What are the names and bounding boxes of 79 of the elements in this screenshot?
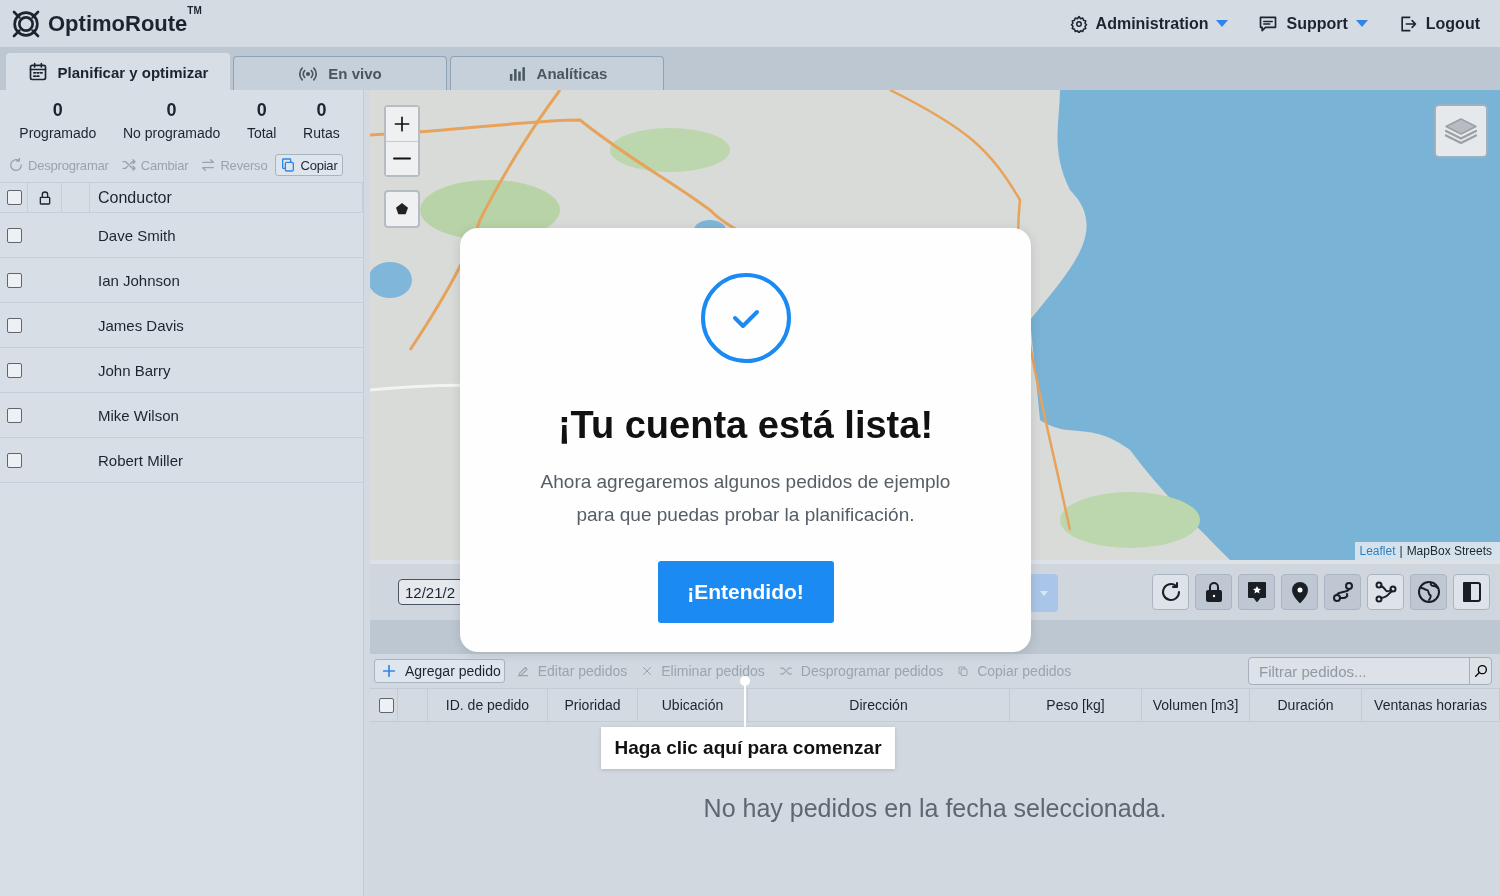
menu-dropdown[interactable]: Support [1258,13,1368,34]
stat-label: Total [246,125,277,141]
driver-name: James Davis [98,316,185,334]
stat-label: Programado [19,125,97,141]
globe-icon [1416,580,1441,604]
caret-icon [1355,20,1368,27]
toolbar-button[interactable] [1281,574,1318,610]
filter-field[interactable]: Filtrar pedidos... [1248,657,1492,685]
dialog-title: ¡Tu cuenta está lista! [557,404,934,447]
column-header: Ubicación [638,689,748,721]
caret-icon [1216,20,1229,27]
column-header: Duración [1250,689,1362,721]
stat-label: Rutas [303,125,340,141]
toolbar-button[interactable] [1195,574,1232,610]
checkbox[interactable] [7,190,22,205]
leaflet-link[interactable]: Leaflet [1359,544,1396,558]
attribution-text: MapBox Streets [1406,544,1492,558]
route-icon [1330,580,1355,604]
checkbox[interactable] [7,362,22,378]
toolbar-button[interactable] [1152,574,1189,610]
tab[interactable]: Planificar y optimizar [6,53,230,90]
logout-link[interactable]: Logout [1397,13,1480,34]
driver-name: Mike Wilson [98,406,180,424]
tab[interactable]: Analíticas [450,56,664,90]
checkbox[interactable] [7,407,22,423]
column-header: Dirección [748,689,1010,721]
menu-dropdown[interactable]: Administration [1069,14,1229,33]
column-header: ID. de pedido [428,689,548,721]
toolbar-button[interactable] [1453,574,1490,610]
swap-icon [200,157,217,173]
confirm-button[interactable]: ¡Entendido! [657,561,834,623]
driver-name: Ian Johnson [98,271,181,289]
toolbar-button[interactable] [1324,574,1361,610]
toolbar-button[interactable] [1367,574,1404,610]
column-header: Conductor [90,183,363,212]
stat-value: 0 [52,100,63,121]
check-circle-icon [699,272,792,364]
order-action-button[interactable]: Agregar pedido [374,659,505,683]
toolbar-button[interactable] [1410,574,1447,610]
separator: | [1399,544,1403,558]
shuffle-icon [778,664,793,678]
checkbox[interactable] [7,227,22,243]
dialog-message: Ahora agregaremos algunos pedidos de ejemplo para que puedas probar la planificación. [539,470,952,527]
plus-icon [381,663,397,679]
toolbar-button[interactable] [1238,574,1275,610]
search-icon [1472,663,1489,679]
driver-name: Dave Smith [98,226,177,244]
checkbox[interactable] [7,272,22,288]
calendar-icon [27,62,48,82]
shuffle-icon [120,157,137,173]
pentagon-icon [394,201,410,217]
checkbox[interactable] [7,317,22,333]
minus-icon [393,157,411,160]
column-header: Ventanas horarias [1362,689,1500,721]
checkbox[interactable] [7,452,22,468]
plus-icon [392,114,412,134]
stat-label: No programado [123,125,221,141]
column-header: Peso [kg] [1010,689,1142,721]
column-header: Volumen [m3] [1142,689,1250,721]
undo-icon [8,157,24,173]
close-icon [641,665,654,677]
stat-value: 0 [316,100,327,121]
route-icon [1373,580,1398,604]
edit-icon [515,664,530,678]
settings-icon [1069,14,1088,33]
driver-name: John Barry [98,361,172,379]
empty-message: No hay pedidos en la fecha seleccionada. [703,794,1167,824]
draw-polygon-button[interactable] [384,190,420,228]
tooltip: Haga clic aquí para comenzar [601,727,895,769]
stat-value: 0 [256,100,267,121]
driver-name: Robert Miller [98,451,185,469]
copy-icon [280,157,297,173]
column-header: Prioridad [548,689,638,721]
stat-value: 0 [166,100,177,121]
action-button[interactable]: Copiar [275,154,343,176]
filter-input[interactable]: Filtrar pedidos... [1249,658,1469,684]
copy-icon [957,665,970,677]
tab[interactable]: En vivo [233,56,447,90]
checkbox[interactable] [378,697,394,713]
